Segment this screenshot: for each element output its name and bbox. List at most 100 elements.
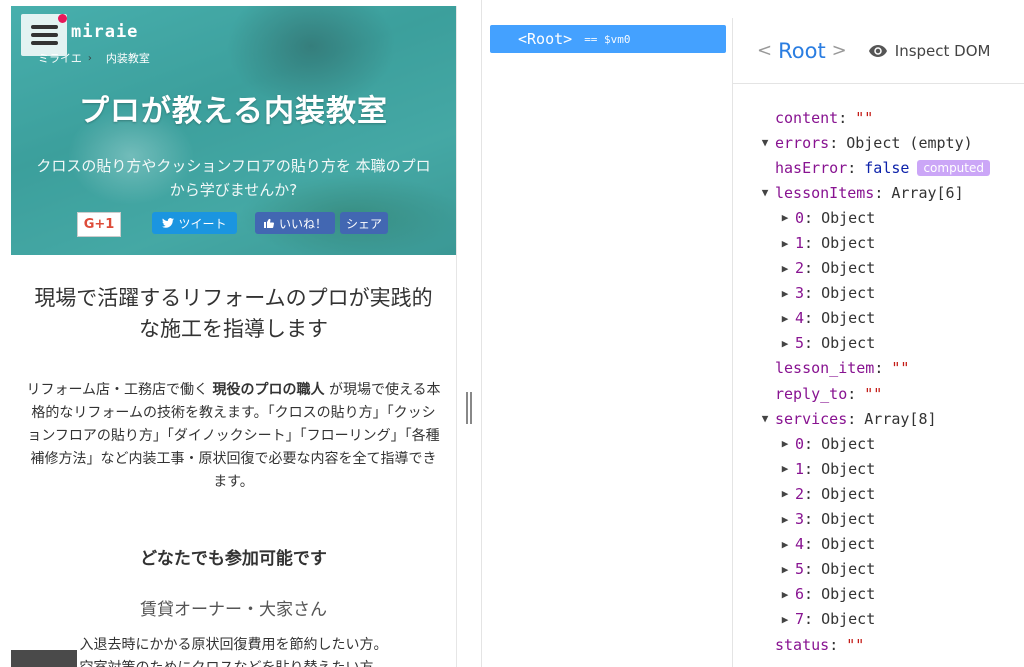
inspect-dom-label: Inspect DOM	[894, 41, 991, 60]
property-key: hasError	[775, 158, 848, 177]
property-value: Array[6]	[891, 183, 964, 202]
expand-down-icon[interactable]: ▼	[755, 136, 775, 149]
thumbs-up-icon	[263, 218, 274, 229]
expand-down-icon[interactable]: ▼	[755, 412, 775, 425]
property-value: Object	[821, 484, 876, 503]
property-key: errors	[775, 133, 830, 152]
breadcrumb-current: 内装教室	[105, 52, 150, 65]
tweet-label: ツイート	[178, 216, 227, 231]
inspector-header: < Root > Inspect DOM	[733, 18, 1024, 84]
property-row: lesson_item: ""	[775, 359, 910, 378]
expand-right-icon[interactable]: ▶	[775, 563, 795, 576]
tree-node-root[interactable]: <Root> == $vm0	[490, 25, 726, 53]
property-key: 4	[795, 535, 805, 554]
property-value: Object	[821, 284, 876, 303]
description: リフォーム店・工務店で働く 現役のプロの職人 が現場で使える本格的なリフォームの…	[26, 382, 441, 490]
property-row[interactable]: ▶ 5: Object	[733, 331, 1024, 356]
property-value: Object (empty)	[846, 133, 973, 152]
property-key: 5	[795, 334, 805, 353]
facebook-like-button[interactable]: いいね！	[255, 212, 335, 234]
brand-logo[interactable]: miraie	[71, 22, 138, 42]
property-row[interactable]: ▶ 3: Object	[733, 507, 1024, 532]
expand-right-icon[interactable]: ▶	[775, 337, 795, 350]
property-key: lesson_item	[775, 359, 875, 378]
property-key: reply_to	[775, 384, 848, 403]
property-row[interactable]: ▶ 0: Object	[733, 205, 1024, 230]
property-key: 3	[795, 510, 805, 529]
property-row[interactable]: ▶ 1: Object	[733, 230, 1024, 255]
scroll-top-button[interactable]	[11, 650, 77, 667]
component-name: Root	[778, 38, 826, 63]
expand-right-icon[interactable]: ▶	[775, 513, 795, 526]
property-row[interactable]: ▶ 2: Object	[733, 256, 1024, 281]
property-key: 1	[795, 459, 805, 478]
property-value: Object	[821, 610, 876, 629]
expand-right-icon[interactable]: ▶	[775, 211, 795, 224]
property-value: Object	[821, 510, 876, 529]
property-row: hasError: false computed	[733, 155, 1024, 180]
property-value: Object	[821, 535, 876, 554]
breadcrumb-home[interactable]: ミライエ	[38, 50, 82, 66]
property-key: 5	[795, 560, 805, 579]
resize-handle[interactable]	[466, 392, 472, 424]
hero-title: プロが教える内装教室	[78, 94, 389, 129]
property-row[interactable]: ▶ 0: Object	[733, 431, 1024, 456]
property-value: Object	[821, 459, 876, 478]
section-subtitle: 賃貸オーナー・大家さん	[140, 600, 327, 620]
property-row[interactable]: ▶ 5: Object	[733, 557, 1024, 582]
property-row[interactable]: ▼ lessonItems: Array[6]	[733, 180, 1024, 205]
tree-node-vm: == $vm0	[584, 32, 631, 46]
expand-right-icon[interactable]: ▶	[775, 237, 795, 250]
expand-right-icon[interactable]: ▶	[775, 262, 795, 275]
expand-right-icon[interactable]: ▶	[775, 287, 795, 300]
property-key: status	[775, 635, 830, 654]
expand-right-icon[interactable]: ▶	[775, 462, 795, 475]
property-row[interactable]: ▶ 2: Object	[733, 481, 1024, 506]
google-plus-button[interactable]: G+1	[77, 212, 121, 237]
computed-badge: computed	[917, 159, 990, 176]
eye-icon	[868, 44, 887, 57]
property-row[interactable]: ▶ 3: Object	[733, 281, 1024, 306]
expand-right-icon[interactable]: ▶	[775, 312, 795, 325]
expand-right-icon[interactable]: ▶	[775, 487, 795, 500]
property-row: reply_to: ""	[775, 384, 883, 403]
inspect-dom-button[interactable]: Inspect DOM	[868, 41, 991, 60]
property-key: content	[775, 108, 839, 127]
property-key: 0	[795, 434, 805, 453]
property-key: 3	[795, 284, 805, 303]
property-list: content: "" ▼ errors: Object (empty) hasError…	[733, 84, 1024, 657]
tree-node-tag: <Root>	[518, 30, 573, 48]
expand-right-icon[interactable]: ▶	[775, 437, 795, 450]
property-row[interactable]: ▶ 6: Object	[733, 582, 1024, 607]
hero-banner: miraie ミライエ › 内装教室 プロが教える内装教室 クロスの貼り方やクッ…	[11, 6, 456, 255]
twitter-icon	[162, 218, 175, 228]
property-row[interactable]: ▶ 7: Object	[733, 607, 1024, 632]
property-key: 2	[795, 259, 805, 278]
property-value: ""	[855, 108, 874, 127]
property-key: lessonItems	[775, 183, 875, 202]
facebook-share-button[interactable]: シェア	[340, 212, 388, 234]
lead-heading: 現場で活躍するリフォームのプロが実践的な施工を指導します	[34, 286, 433, 341]
expand-down-icon[interactable]: ▼	[755, 186, 775, 199]
property-value: Object	[821, 234, 876, 253]
property-value: ""	[864, 384, 883, 403]
property-row[interactable]: ▶ 4: Object	[733, 306, 1024, 331]
expand-right-icon[interactable]: ▶	[775, 613, 795, 626]
property-row[interactable]: ▶ 4: Object	[733, 532, 1024, 557]
property-value: Object	[821, 309, 876, 328]
property-key: 2	[795, 484, 805, 503]
property-value: ""	[891, 359, 910, 378]
section-body: 入退去時にかかる原状回復費用を節約したい方。 空室対策のためにクロスなどを貼り替…	[79, 637, 388, 667]
property-value: Array[8]	[864, 409, 937, 428]
property-row[interactable]: ▼ services: Array[8]	[733, 406, 1024, 431]
page-preview: miraie ミライエ › 内装教室 プロが教える内装教室 クロスの貼り方やクッ…	[11, 6, 457, 667]
property-value: Object	[821, 585, 876, 604]
expand-right-icon[interactable]: ▶	[775, 538, 795, 551]
property-row[interactable]: ▼ errors: Object (empty)	[733, 130, 1024, 155]
property-row: status: ""	[775, 635, 865, 654]
expand-right-icon[interactable]: ▶	[775, 588, 795, 601]
tweet-button[interactable]: ツイート	[152, 212, 237, 234]
property-row[interactable]: ▶ 1: Object	[733, 456, 1024, 481]
property-value: Object	[821, 259, 876, 278]
property-value: Object	[821, 208, 876, 227]
